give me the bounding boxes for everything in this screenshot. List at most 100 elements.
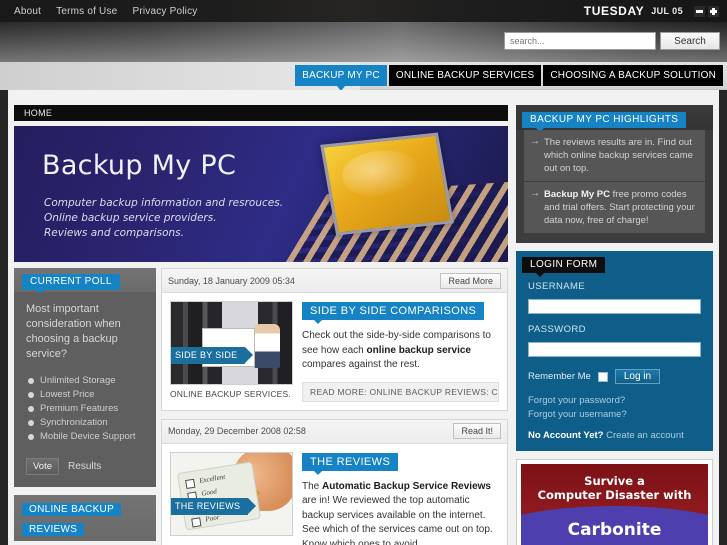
poll-option[interactable]: Unlimited Storage xyxy=(26,374,144,388)
remember-me-checkbox[interactable] xyxy=(597,371,608,382)
search-button[interactable]: Search xyxy=(660,32,720,50)
tab-backup-my-pc[interactable]: BACKUP MY PC xyxy=(295,65,387,91)
article-date: Monday, 29 December 2008 02:58 xyxy=(168,426,306,436)
article-header: Monday, 29 December 2008 02:58 Read It! xyxy=(162,419,507,444)
forgot-username-link[interactable]: Forgot your username? xyxy=(528,408,701,422)
poll-option[interactable]: Synchronization xyxy=(26,416,144,430)
banner-subtitle: Computer backup information and resrouce… xyxy=(44,197,284,239)
login-button[interactable]: Log in xyxy=(614,369,661,384)
breadcrumb: HOME xyxy=(14,105,508,121)
create-account-link[interactable]: Create an account xyxy=(606,430,684,441)
poll-module: CURRENT POLL Most important consideratio… xyxy=(14,268,156,487)
article-text-after: are in! We reviewed the top automatic ba… xyxy=(302,495,493,545)
poll-option[interactable]: Mobile Device Support xyxy=(26,430,144,444)
article-date: Sunday, 18 January 2009 05:34 xyxy=(168,275,295,286)
checkbox-icon xyxy=(191,516,202,528)
no-account-row: No Account Yet? Create an account xyxy=(528,430,701,441)
banner-laptop-graphic xyxy=(320,132,454,236)
minus-icon[interactable] xyxy=(694,5,705,17)
highlights-items: The reviews results are in. Find out whi… xyxy=(516,130,713,233)
promo-inner: Survive a Computer Disaster with Carbonit… xyxy=(521,464,708,545)
poll-title: CURRENT POLL xyxy=(22,274,120,294)
date-and-controls: TUESDAY JUL 05 xyxy=(584,4,719,18)
article-main: SIDE BY SIDE COMPARISONS Check out the s… xyxy=(302,301,499,402)
poll-actions: Vote Results xyxy=(26,458,144,475)
poll-results-link[interactable]: Results xyxy=(68,461,101,472)
login-title: LOGIN FORM xyxy=(522,257,606,277)
top-nav-privacy-policy[interactable]: Privacy Policy xyxy=(132,6,197,17)
poll-option[interactable]: Lowest Price xyxy=(26,388,144,402)
main-nav-band: BACKUP MY PC ONLINE BACKUP SERVICES CHOO… xyxy=(0,62,727,91)
current-date: JUL 05 xyxy=(651,6,683,16)
read-it-button[interactable]: Read It! xyxy=(453,423,501,439)
read-more-button[interactable]: Read More xyxy=(440,272,501,289)
promo-line1: Survive a xyxy=(584,474,645,488)
highlights-module: BACKUP MY PC HIGHLIGHTS The reviews resu… xyxy=(516,105,713,243)
highlights-header: BACKUP MY PC HIGHLIGHTS xyxy=(516,105,713,132)
no-account-label: No Account Yet? xyxy=(528,430,604,441)
font-size-controls xyxy=(694,5,719,17)
password-input[interactable] xyxy=(528,342,701,357)
password-label: PASSWORD xyxy=(528,324,586,335)
article-text-after: compares against the rest. xyxy=(302,359,420,370)
article-text: Check out the side-by-side comparisons t… xyxy=(302,329,499,373)
login-controls: Remember Me Log in xyxy=(528,369,701,384)
article-side-by-side: Sunday, 18 January 2009 05:34 Read More … xyxy=(161,268,508,411)
login-body: USERNAME PASSWORD Remember Me Log in For… xyxy=(516,273,713,441)
right-sidebar: BACKUP MY PC HIGHLIGHTS The reviews resu… xyxy=(516,105,713,545)
banner-title: Backup My PC xyxy=(42,150,237,181)
tab-online-backup-services[interactable]: ONLINE BACKUP SERVICES xyxy=(388,65,542,86)
obr-module-header: ONLINE BACKUP REVIEWS xyxy=(14,495,156,541)
highlight-item[interactable]: The reviews results are in. Find out whi… xyxy=(524,130,705,181)
promo-brand: Carbonite xyxy=(567,520,662,540)
top-nav-about[interactable]: About xyxy=(14,6,41,17)
login-module: LOGIN FORM USERNAME PASSWORD Remember Me… xyxy=(516,251,713,451)
poll-option[interactable]: Premium Features xyxy=(26,402,144,416)
article-text: The Automatic Backup Service Reviews are… xyxy=(302,480,499,545)
login-links: Forgot your password? Forgot your userna… xyxy=(528,394,701,422)
poll-question: Most important consideration when choosi… xyxy=(26,303,121,360)
tab-choosing-a-backup-solution[interactable]: CHOOSING A BACKUP SOLUTION xyxy=(543,65,723,86)
top-nav-terms-of-use[interactable]: Terms of Use xyxy=(56,6,117,17)
checklist-label: Excellent xyxy=(198,472,226,485)
page-content: HOME Backup My PC Computer backup inform… xyxy=(8,90,719,545)
highlights-title: BACKUP MY PC HIGHLIGHTS xyxy=(522,112,687,132)
search-input[interactable] xyxy=(504,32,656,50)
username-input[interactable] xyxy=(528,299,701,314)
article-tag: SIDE BY SIDE COMPARISONS xyxy=(302,302,485,324)
checklist-label: Good xyxy=(200,486,218,498)
remember-me-label: Remember Me xyxy=(528,371,591,382)
site-banner: Backup My PC Computer backup information… xyxy=(14,126,508,262)
frame-right-edge xyxy=(719,90,727,545)
obr-title: ONLINE BACKUP REVIEWS xyxy=(22,503,122,536)
left-sidebar: CURRENT POLL Most important consideratio… xyxy=(14,268,156,541)
checkbox-icon xyxy=(185,478,196,489)
article-body: SIDE BY SIDE ONLINE BACKUP SERVICES. SID… xyxy=(162,293,507,410)
article-thumbnail[interactable]: SIDE BY SIDE xyxy=(170,301,293,385)
forgot-password-link[interactable]: Forgot your password? xyxy=(528,394,701,408)
username-label: USERNAME xyxy=(528,281,586,292)
search-area: Search xyxy=(504,32,720,50)
article-thumb-wrap: SIDE BY SIDE ONLINE BACKUP SERVICES. xyxy=(170,301,293,402)
checklist-card: Excellent Good Average Poor xyxy=(176,460,262,531)
person-graphic xyxy=(254,324,280,368)
article-thumbnail[interactable]: Excellent Good Average Poor THE REVIEWS xyxy=(170,451,293,536)
server-room-image xyxy=(171,302,292,384)
poll-module-header: CURRENT POLL xyxy=(14,268,156,294)
main-nav: BACKUP MY PC ONLINE BACKUP SERVICES CHOO… xyxy=(295,65,723,91)
promo-banner[interactable]: Survive a Computer Disaster with Carbonit… xyxy=(516,459,713,545)
poll-body: Most important consideration when choosi… xyxy=(14,292,156,487)
article-text-before: The xyxy=(302,480,323,492)
thumb-caption: ONLINE BACKUP SERVICES. xyxy=(170,389,291,399)
highlight-item[interactable]: Backup My PC free promo codes and trial … xyxy=(524,182,705,233)
online-backup-reviews-module: ONLINE BACKUP REVIEWS xyxy=(14,495,156,541)
article-header: Sunday, 18 January 2009 05:34 Read More xyxy=(162,269,507,293)
plus-icon[interactable] xyxy=(708,5,719,17)
article-body: Excellent Good Average Poor THE REVIEWS xyxy=(162,444,507,545)
highlight-bold: Backup My PC xyxy=(544,189,610,200)
top-nav: About Terms of Use Privacy Policy xyxy=(14,6,198,17)
article-readmore-link[interactable]: READ MORE: ONLINE BACKUP REVIEWS: COMPAR… xyxy=(302,381,499,402)
current-day: TUESDAY xyxy=(583,4,645,18)
review-checklist-image: Excellent Good Average Poor xyxy=(171,452,292,535)
vote-button[interactable]: Vote xyxy=(26,458,60,475)
